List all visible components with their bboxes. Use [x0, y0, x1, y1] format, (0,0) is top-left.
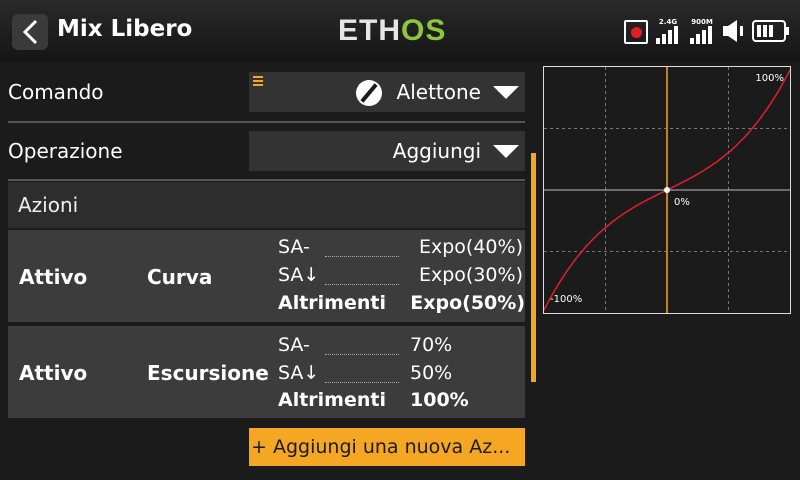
action-row-escursione[interactable]: Attivo Escursione SA- 70% SA↓ 50% Altrim…	[8, 326, 525, 418]
curve-graph-svg	[544, 67, 790, 313]
operazione-label: Operazione	[8, 139, 123, 163]
condition-switch: Altrimenti	[278, 292, 386, 314]
operazione-select[interactable]: Aggiungi	[249, 131, 525, 171]
condition-value: 70%	[410, 334, 453, 356]
battery-icon	[752, 20, 789, 42]
condition-switch: SA↓	[278, 264, 320, 286]
comando-label: Comando	[8, 80, 104, 104]
action-row-curva[interactable]: Attivo Curva SA- Expo(40%) SA↓ Expo(30%)…	[8, 230, 525, 322]
condition-value: Expo(40%)	[419, 236, 523, 258]
aileron-source-icon	[356, 80, 382, 106]
scrollbar[interactable]	[531, 153, 536, 382]
ethos-logo: ETHOS	[338, 14, 447, 47]
signal-900m: 900M	[688, 18, 716, 48]
dotted-leader	[325, 256, 399, 257]
azioni-title: Azioni	[18, 193, 79, 217]
comando-value: Alettone	[396, 80, 481, 104]
record-icon	[624, 20, 648, 44]
top-bar: Mix Libero ETHOS 2.4G 900M	[0, 0, 800, 62]
dropdown-arrow-icon	[493, 86, 519, 99]
action-kind: Escursione	[147, 361, 269, 385]
signal-bars-icon	[690, 26, 712, 44]
divider	[8, 179, 525, 181]
page-title: Mix Libero	[57, 16, 193, 42]
dropdown-arrow-icon	[493, 145, 519, 158]
condition-switch: SA-	[278, 236, 310, 258]
action-kind: Curva	[147, 265, 213, 289]
comando-select[interactable]: Alettone	[249, 72, 525, 112]
signal-2g4: 2.4G	[654, 18, 682, 48]
speaker-icon	[723, 20, 743, 42]
chevron-left-icon	[22, 19, 38, 45]
graph-label-min: -100%	[550, 294, 583, 305]
dotted-leader	[325, 382, 399, 383]
condition-switch: SA-	[278, 334, 310, 356]
condition-switch: SA↓	[278, 362, 320, 384]
status-area: 2.4G 900M	[624, 14, 789, 48]
menu-icon	[253, 76, 263, 88]
graph-label-max: 100%	[755, 73, 784, 84]
dotted-leader	[325, 354, 399, 355]
divider	[8, 121, 525, 123]
dotted-leader	[325, 284, 399, 285]
action-state: Attivo	[19, 265, 88, 289]
graph-label-mid: 0%	[674, 197, 690, 208]
condition-value: 50%	[410, 362, 453, 384]
condition-switch: Altrimenti	[278, 389, 386, 411]
azioni-header: Azioni	[8, 182, 525, 228]
operazione-value: Aggiungi	[392, 139, 481, 163]
action-state: Attivo	[19, 361, 88, 385]
condition-value: Expo(30%)	[419, 264, 523, 286]
center-point	[664, 187, 670, 193]
add-action-button[interactable]: + Aggiungi una nuova Az...	[249, 428, 525, 466]
condition-value: Expo(50%)	[410, 292, 525, 314]
back-button[interactable]	[12, 14, 48, 50]
condition-value: 100%	[410, 389, 469, 411]
curve-graph: 100% 0% -100%	[543, 66, 791, 314]
signal-bars-icon	[656, 26, 678, 44]
